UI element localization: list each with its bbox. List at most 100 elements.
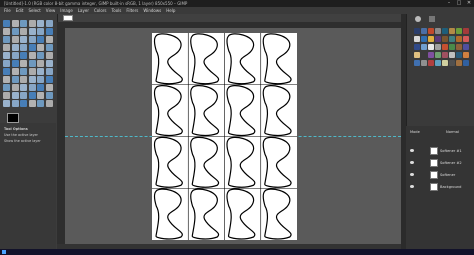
horizontal-ruler[interactable] [65, 22, 401, 28]
tool-icon[interactable] [3, 44, 10, 51]
brush-swatch[interactable] [449, 52, 455, 58]
tool-icon[interactable] [28, 92, 36, 99]
tool-icon[interactable] [37, 76, 44, 83]
tool-icon[interactable] [37, 28, 44, 35]
foreground-color[interactable] [7, 113, 19, 123]
brush-swatch[interactable] [421, 60, 427, 66]
eye-icon[interactable] [410, 185, 414, 188]
tool-option-2[interactable]: Show the active layer [4, 139, 41, 143]
brush-swatch[interactable] [456, 52, 462, 58]
menu-windows[interactable]: Windows [143, 7, 161, 14]
tool-icon[interactable] [11, 28, 19, 35]
tool-icon[interactable] [45, 28, 53, 35]
tool-icon[interactable] [28, 76, 36, 83]
start-icon[interactable] [2, 250, 6, 254]
tool-icon[interactable] [11, 76, 19, 83]
tool-icon[interactable] [28, 28, 36, 35]
brush-swatch[interactable] [463, 36, 469, 42]
brush-swatch[interactable] [442, 60, 448, 66]
brush-swatch[interactable] [428, 60, 434, 66]
brush-swatch[interactable] [463, 60, 469, 66]
brush-swatch[interactable] [414, 44, 420, 50]
brush-swatch[interactable] [442, 44, 448, 50]
brush-swatch[interactable] [463, 44, 469, 50]
tool-icon[interactable] [11, 68, 19, 75]
image-canvas[interactable] [152, 33, 297, 240]
brush-swatch[interactable] [435, 44, 441, 50]
tool-icon[interactable] [37, 68, 44, 75]
tool-icon[interactable] [28, 44, 36, 51]
brush-swatch[interactable] [435, 60, 441, 66]
tool-icon[interactable] [37, 20, 44, 27]
brush-swatch[interactable] [428, 28, 434, 34]
menu-colors[interactable]: Colors [94, 7, 107, 14]
brush-swatch[interactable] [456, 28, 462, 34]
tool-icon[interactable] [28, 84, 36, 91]
brush-swatch[interactable] [421, 28, 427, 34]
tool-icon[interactable] [11, 100, 19, 107]
tool-icon[interactable] [3, 76, 10, 83]
brush-swatch[interactable] [435, 36, 441, 42]
tool-icon[interactable] [3, 92, 10, 99]
layer-row[interactable]: Softener #1 [410, 146, 470, 156]
vertical-ruler[interactable] [57, 22, 65, 244]
tool-icon[interactable] [37, 92, 44, 99]
layer-row[interactable]: Softener #2 [410, 158, 470, 168]
brush-swatch[interactable] [463, 28, 469, 34]
tool-icon[interactable] [45, 44, 53, 51]
brush-swatch[interactable] [421, 36, 427, 42]
tool-icon[interactable] [28, 36, 36, 43]
tool-icon[interactable] [3, 28, 10, 35]
tool-icon[interactable] [20, 20, 27, 27]
tool-icon[interactable] [20, 92, 27, 99]
tool-icon[interactable] [37, 52, 44, 59]
tool-icon[interactable] [45, 84, 53, 91]
menu-filters[interactable]: Filters [126, 7, 138, 14]
maximize-icon[interactable]: □ [454, 0, 464, 7]
tool-icon[interactable] [28, 20, 36, 27]
brush-swatch[interactable] [442, 36, 448, 42]
tool-icon[interactable] [45, 68, 53, 75]
dock-brush-icon[interactable] [415, 16, 421, 22]
menu-tools[interactable]: Tools [112, 7, 122, 14]
brush-swatch[interactable] [456, 44, 462, 50]
tool-icon[interactable] [11, 20, 19, 27]
tool-icon[interactable] [28, 68, 36, 75]
tool-icon[interactable] [11, 52, 19, 59]
tool-icon[interactable] [3, 100, 10, 107]
menu-edit[interactable]: Edit [16, 7, 24, 14]
tool-icon[interactable] [20, 68, 27, 75]
tool-icon[interactable] [20, 52, 27, 59]
tool-icon[interactable] [45, 20, 53, 27]
dock-pattern-icon[interactable] [429, 16, 435, 22]
menu-select[interactable]: Select [28, 7, 40, 14]
tool-icon[interactable] [37, 36, 44, 43]
eye-icon[interactable] [410, 173, 414, 176]
brush-swatch[interactable] [421, 52, 427, 58]
tool-icon[interactable] [3, 60, 10, 67]
menu-image[interactable]: Image [60, 7, 73, 14]
tool-icon[interactable] [37, 60, 44, 67]
tool-icon[interactable] [28, 60, 36, 67]
tool-icon[interactable] [20, 44, 27, 51]
tool-icon[interactable] [45, 52, 53, 59]
tool-icon[interactable] [3, 68, 10, 75]
brush-swatch[interactable] [428, 44, 434, 50]
brush-swatch[interactable] [428, 52, 434, 58]
brush-swatch[interactable] [414, 36, 420, 42]
tool-icon[interactable] [45, 92, 53, 99]
minimize-icon[interactable]: – [444, 0, 454, 7]
tool-option-1[interactable]: Use the active layer [4, 133, 38, 137]
brush-swatch[interactable] [435, 28, 441, 34]
tool-icon[interactable] [37, 44, 44, 51]
brush-swatch[interactable] [442, 28, 448, 34]
menu-help[interactable]: Help [166, 7, 175, 14]
brush-swatch[interactable] [442, 52, 448, 58]
mode-select[interactable]: Normal [446, 130, 459, 134]
tool-icon[interactable] [20, 36, 27, 43]
tool-icon[interactable] [37, 100, 44, 107]
tool-icon[interactable] [20, 60, 27, 67]
tool-icon[interactable] [20, 28, 27, 35]
tool-icon[interactable] [45, 60, 53, 67]
brush-swatch[interactable] [414, 60, 420, 66]
